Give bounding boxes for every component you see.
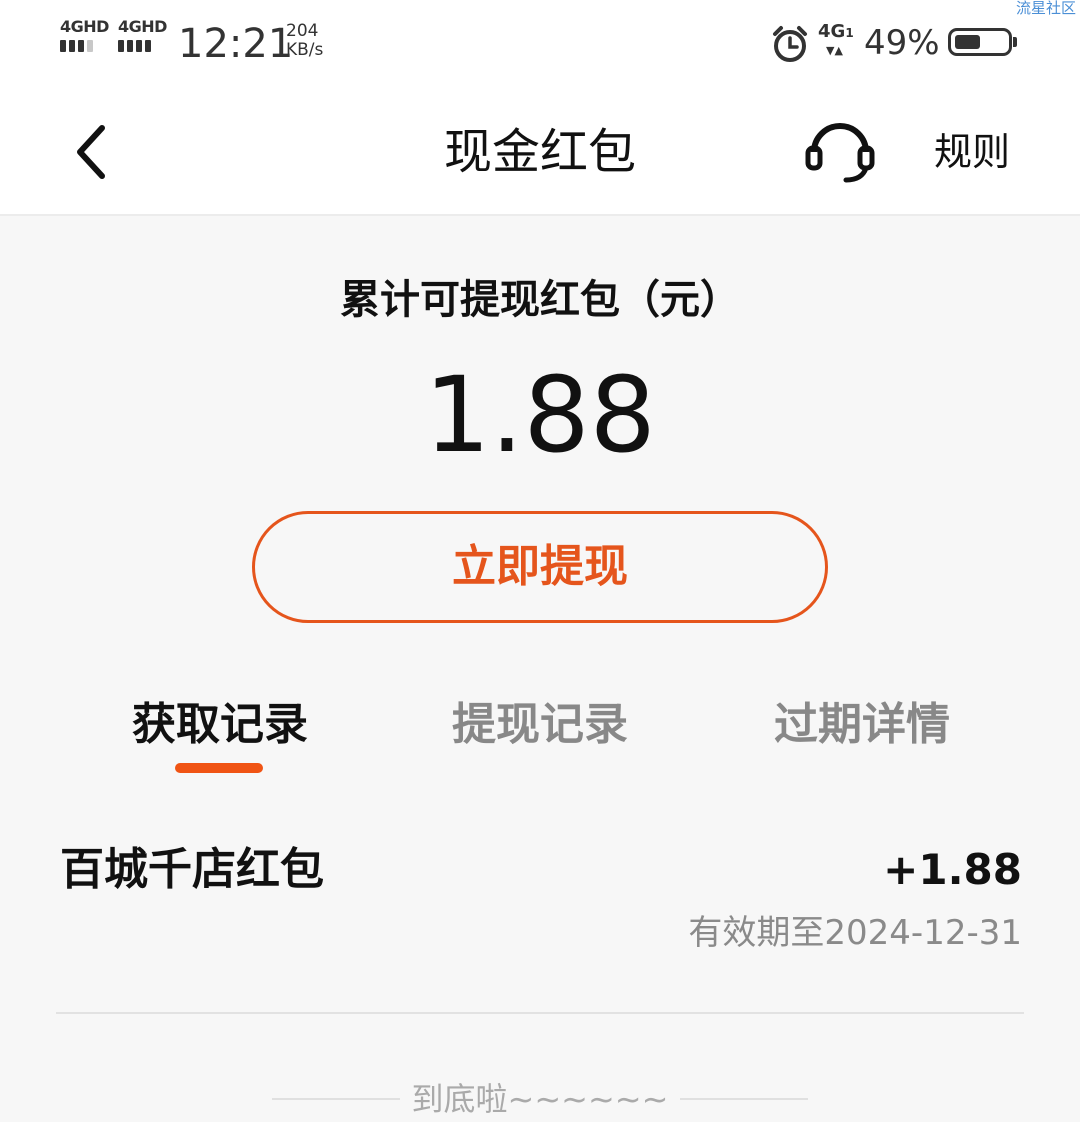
page-title: 现金红包 bbox=[443, 124, 636, 180]
active-tab-indicator bbox=[175, 763, 263, 773]
record-expiry: 有效期至2024-12-31 bbox=[688, 913, 1022, 953]
sim2-signal-bars-icon bbox=[118, 40, 167, 52]
network-speed-value: 204 bbox=[286, 21, 319, 41]
nav-bar: 现金红包 规则 bbox=[0, 90, 1080, 216]
customer-service-button[interactable] bbox=[800, 116, 880, 188]
record-amount: +1.88 bbox=[883, 845, 1022, 894]
mobile-network-sub: 1 bbox=[845, 26, 854, 40]
mobile-network-label: 4G bbox=[818, 21, 846, 42]
network-speed-unit: KB/s bbox=[286, 40, 324, 60]
chevron-left-icon bbox=[77, 125, 105, 179]
network-speed: 204 KB/s bbox=[286, 22, 323, 60]
sim1-signal-bars-icon bbox=[60, 40, 109, 52]
clock: 12:21 bbox=[178, 21, 294, 67]
end-of-list-text: 到底啦~~~~~~ bbox=[411, 1080, 669, 1118]
sim2-signal: 4GHD bbox=[118, 18, 167, 52]
data-transfer-arrows-icon: ▼▲ bbox=[826, 44, 843, 57]
back-button[interactable] bbox=[60, 112, 130, 192]
balance-amount: 1.88 bbox=[424, 354, 656, 476]
headset-icon bbox=[805, 123, 875, 183]
list-item: 百城千店红包 +1.88 有效期至2024-12-31 bbox=[56, 790, 1024, 1014]
sim2-label: 4GHD bbox=[118, 17, 167, 36]
tab-earn-records[interactable]: 获取记录 bbox=[70, 690, 370, 760]
battery-icon bbox=[948, 28, 1017, 56]
tab-withdraw-records[interactable]: 提现记录 bbox=[390, 690, 690, 760]
sim1-label: 4GHD bbox=[60, 17, 109, 36]
record-title: 百城千店红包 bbox=[60, 844, 324, 895]
balance-label: 累计可提现红包（元） bbox=[340, 277, 740, 323]
battery-level-fill bbox=[955, 35, 980, 49]
sim1-signal: 4GHD bbox=[60, 18, 109, 52]
status-bar: 4GHD 4GHD 12:21 204 KB/s 4G1 ▼▲ 49% 流星社区 bbox=[0, 0, 1080, 90]
tab-expired-details[interactable]: 过期详情 bbox=[712, 690, 1012, 760]
end-divider-right bbox=[680, 1098, 808, 1100]
withdraw-now-button[interactable]: 立即提现 bbox=[252, 511, 828, 623]
battery-percent: 49% bbox=[864, 23, 940, 63]
mobile-network-type: 4G1 bbox=[818, 22, 854, 43]
watermark: 流星社区 bbox=[1015, 0, 1076, 17]
rules-link[interactable]: 规则 bbox=[934, 124, 1010, 180]
alarm-clock-icon bbox=[773, 26, 807, 62]
